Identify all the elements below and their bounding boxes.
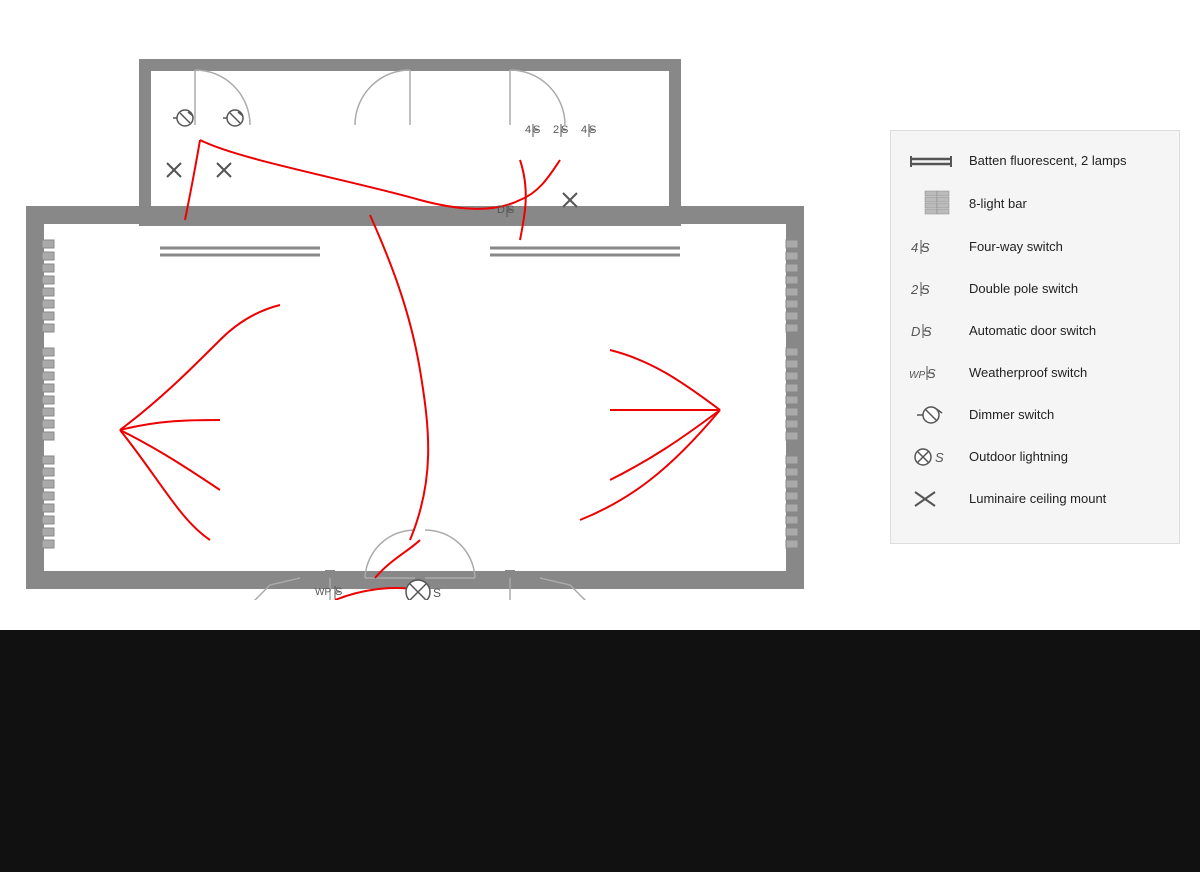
legend-symbol-batten xyxy=(909,151,969,171)
legend-row-luminaire: Luminaire ceiling mount xyxy=(909,485,1161,513)
svg-text:S: S xyxy=(935,450,944,465)
legend-symbol-ds: D S xyxy=(909,320,969,342)
legend-row-ds: D S Automatic door switch xyxy=(909,317,1161,345)
legend-symbol-outdoor: S xyxy=(909,445,969,469)
svg-text:D: D xyxy=(911,324,920,339)
legend-row-2s: 2 S Double pole switch xyxy=(909,275,1161,303)
legend-label-outdoor: Outdoor lightning xyxy=(969,449,1068,466)
legend-symbol-wps: WP S xyxy=(909,362,969,384)
svg-text:4: 4 xyxy=(581,124,587,136)
black-bar xyxy=(0,630,1200,872)
legend-symbol-4s: 4 S xyxy=(909,236,969,258)
legend-row-8light: 8-light bar xyxy=(909,189,1161,219)
legend-symbol-2s: 2 S xyxy=(909,278,969,300)
legend-row-batten: Batten fluorescent, 2 lamps xyxy=(909,147,1161,175)
main-area: 4 S 2 S 4 S D S WP S xyxy=(0,0,1200,630)
legend-label-dimmer: Dimmer switch xyxy=(969,407,1054,424)
legend-label-8light: 8-light bar xyxy=(969,196,1027,213)
legend-row-outdoor: S Outdoor lightning xyxy=(909,443,1161,471)
svg-text:D: D xyxy=(497,204,505,216)
legend-label-luminaire: Luminaire ceiling mount xyxy=(969,491,1106,508)
legend-symbol-dimmer xyxy=(909,403,969,427)
legend-row-wps: WP S Weatherproof switch xyxy=(909,359,1161,387)
svg-text:2: 2 xyxy=(910,282,919,297)
legend-row-dimmer: Dimmer switch xyxy=(909,401,1161,429)
legend-row-4s: 4 S Four-way switch xyxy=(909,233,1161,261)
svg-text:WP: WP xyxy=(909,370,925,381)
svg-text:4: 4 xyxy=(911,240,918,255)
svg-text:2: 2 xyxy=(553,124,559,136)
legend-label-4s: Four-way switch xyxy=(969,239,1063,256)
legend-label-2s: Double pole switch xyxy=(969,281,1078,298)
svg-text:WP: WP xyxy=(315,587,331,598)
svg-text:S: S xyxy=(433,586,441,600)
legend-label-wps: Weatherproof switch xyxy=(969,365,1087,382)
legend: Batten fluorescent, 2 lamps 8-light bar xyxy=(890,130,1180,544)
legend-symbol-luminaire xyxy=(909,488,969,510)
legend-label-batten: Batten fluorescent, 2 lamps xyxy=(969,153,1127,170)
legend-symbol-8light xyxy=(909,189,969,219)
legend-label-ds: Automatic door switch xyxy=(969,323,1096,340)
svg-text:4: 4 xyxy=(525,124,531,136)
floor-plan: 4 S 2 S 4 S D S WP S xyxy=(20,30,820,600)
